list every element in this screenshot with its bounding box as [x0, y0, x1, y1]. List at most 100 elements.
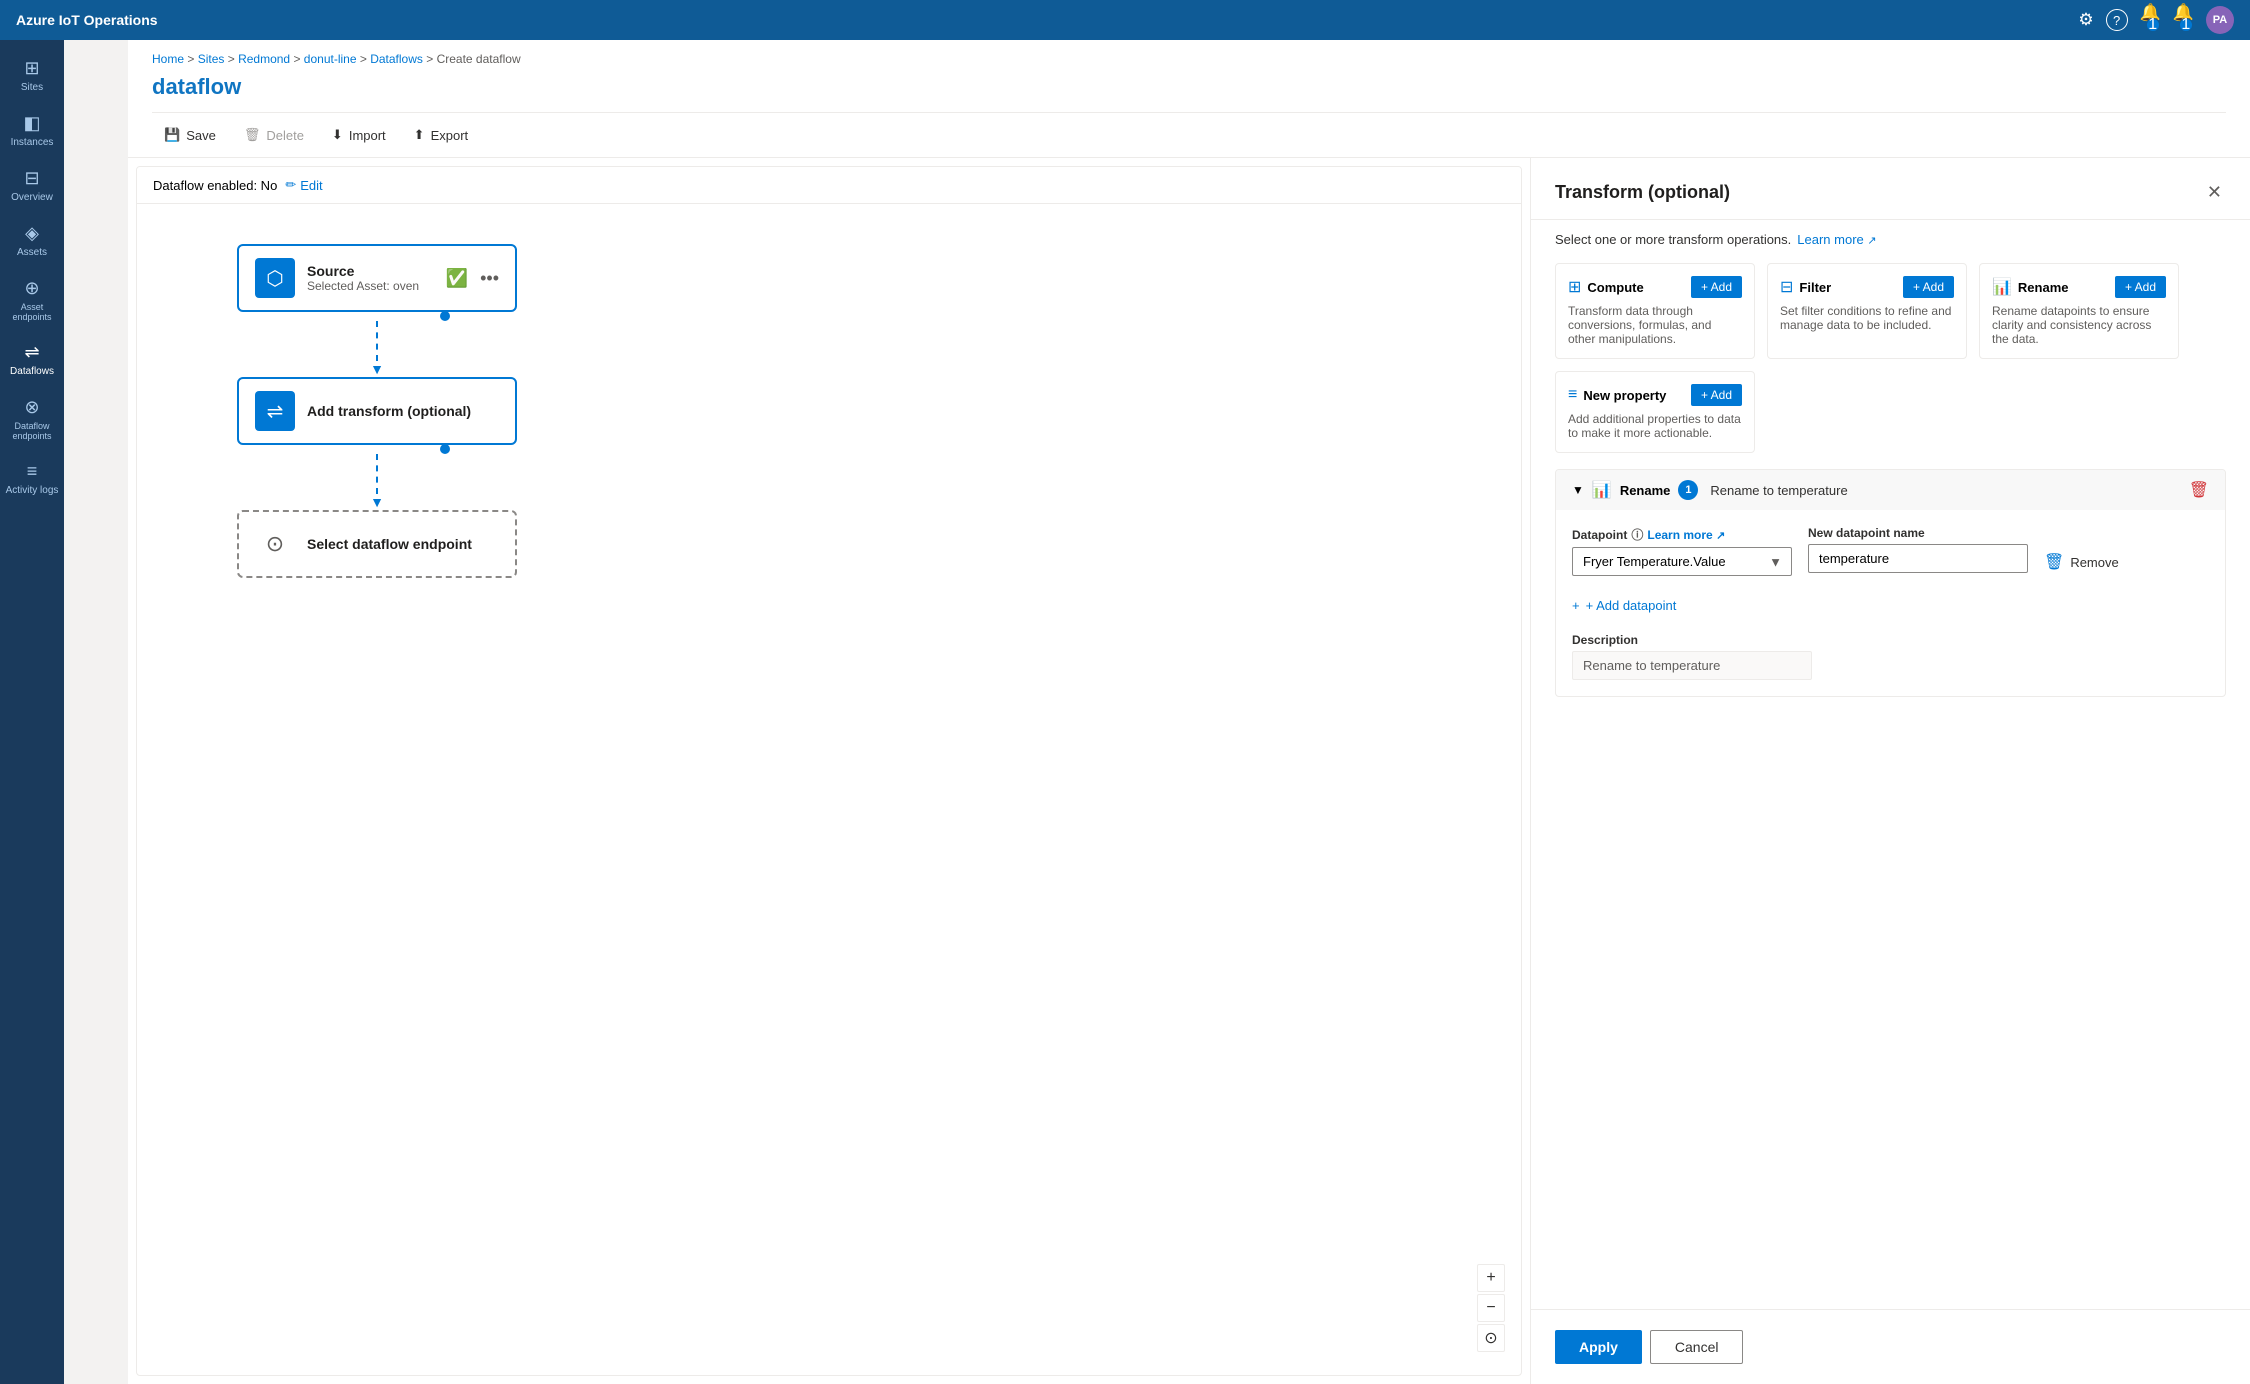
sidebar-item-sites[interactable]: ⊞ Sites — [0, 48, 64, 103]
rename-add-button[interactable]: + Add — [2115, 276, 2166, 298]
connector2-dot — [440, 444, 450, 454]
sidebar-item-instances[interactable]: ◧ Instances — [0, 103, 64, 158]
source-node-icon: ⬡ — [255, 258, 295, 298]
app-title: Azure IoT Operations — [16, 12, 158, 28]
save-button[interactable]: 💾 Save — [152, 121, 228, 149]
sidebar-item-assets[interactable]: ◈ Assets — [0, 213, 64, 268]
datapoint-external-icon: ↗ — [1716, 530, 1725, 542]
sidebar-label-overview: Overview — [11, 192, 53, 203]
source-node-info: Source Selected Asset: oven — [307, 263, 434, 293]
sidebar-item-dataflows[interactable]: ⇌ Dataflows — [0, 332, 64, 387]
source-dots-icon[interactable]: ••• — [480, 268, 499, 289]
rename-section: ▼ 📊 Rename 1 Rename to temperature 🗑 Dat… — [1555, 469, 2226, 697]
datapoint-learn-more[interactable]: Learn more ↗ — [1647, 528, 1725, 542]
panel-learn-more-link[interactable]: Learn more ↗ — [1797, 232, 1876, 247]
transform-node-title: Add transform (optional) — [307, 403, 499, 419]
add-datapoint-icon: + — [1572, 598, 1580, 613]
instances-icon: ◧ — [23, 113, 40, 134]
dataflow-enabled-bar: Dataflow enabled: No ✏ Edit — [137, 167, 1521, 204]
new-property-add-button[interactable]: + Add — [1691, 384, 1742, 406]
nav-icons: ⚙ ? 🔔 1 🔔 1 PA — [2078, 3, 2234, 37]
connector2-arrow: ▼ — [370, 494, 384, 510]
new-property-desc: Add additional properties to data to mak… — [1568, 412, 1742, 440]
connector1-arrow: ▼ — [370, 361, 384, 377]
rename-card-title: Rename — [2018, 280, 2069, 295]
add-datapoint-button[interactable]: + + Add datapoint — [1572, 594, 1676, 617]
remove-button[interactable]: 🗑 Remove — [2044, 546, 2119, 578]
sidebar-label-dataflows: Dataflows — [10, 366, 54, 377]
dataflows-icon: ⇌ — [24, 342, 39, 363]
new-datapoint-group: New datapoint name — [1808, 526, 2028, 573]
settings-icon[interactable]: ⚙ — [2078, 10, 2093, 30]
datapoint-select-wrapper: Fryer Temperature.Value ▼ — [1572, 547, 1792, 576]
endpoint-node[interactable]: ⊙ Select dataflow endpoint — [237, 510, 517, 578]
cancel-button[interactable]: Cancel — [1650, 1330, 1744, 1364]
rename-section-header[interactable]: ▼ 📊 Rename 1 Rename to temperature 🗑 — [1556, 470, 2225, 510]
import-button[interactable]: ⬇ Import — [320, 121, 398, 149]
transform-card-rename: 📊 Rename + Add Rename datapoints to ensu… — [1979, 263, 2179, 359]
export-button[interactable]: ⬆ Export — [402, 121, 480, 149]
breadcrumb-home[interactable]: Home — [152, 52, 184, 66]
compute-add-button[interactable]: + Add — [1691, 276, 1742, 298]
sidebar-item-activity-logs[interactable]: ≡ Activity logs — [0, 451, 64, 506]
delete-button[interactable]: 🗑 Delete — [232, 121, 316, 149]
panel-subtitle-text: Select one or more transform operations. — [1555, 232, 1791, 247]
transform-node-icon: ⇌ — [255, 391, 295, 431]
canvas-controls: + − ⊙ — [1477, 1264, 1505, 1352]
sidebar-label-activity-logs: Activity logs — [6, 485, 59, 496]
apply-button[interactable]: Apply — [1555, 1330, 1642, 1364]
description-label: Description — [1572, 633, 2209, 647]
sidebar-item-overview[interactable]: ⊟ Overview — [0, 158, 64, 213]
rename-card-icon: 📊 — [1992, 277, 2012, 297]
datapoint-select[interactable]: Fryer Temperature.Value — [1572, 547, 1792, 576]
connector1-line — [376, 321, 378, 361]
fit-button[interactable]: ⊙ — [1477, 1324, 1505, 1352]
notification2-icon[interactable]: 🔔 1 — [2173, 3, 2194, 37]
edit-link[interactable]: ✏ Edit — [285, 177, 322, 193]
filter-add-button[interactable]: + Add — [1903, 276, 1954, 298]
notification1-icon[interactable]: 🔔 1 — [2140, 3, 2161, 37]
breadcrumb-donut-line[interactable]: donut-line — [304, 52, 357, 66]
breadcrumb-redmond[interactable]: Redmond — [238, 52, 290, 66]
panel-subtitle: Select one or more transform operations.… — [1531, 220, 2250, 259]
endpoint-node-info: Select dataflow endpoint — [307, 536, 499, 552]
flow-canvas: Dataflow enabled: No ✏ Edit ⬡ Source — [136, 166, 1522, 1376]
new-property-card-header: ≡ New property + Add — [1568, 384, 1742, 406]
connector2-line — [376, 454, 378, 494]
new-property-title-group: ≡ New property — [1568, 386, 1666, 404]
breadcrumb-dataflows[interactable]: Dataflows — [370, 52, 423, 66]
breadcrumb-sites[interactable]: Sites — [198, 52, 225, 66]
zoom-in-button[interactable]: + — [1477, 1264, 1505, 1292]
datapoint-info-icon: ⓘ — [1631, 526, 1643, 543]
delete-icon: 🗑 — [244, 127, 261, 143]
panel-close-button[interactable]: ✕ — [2203, 178, 2226, 207]
source-box-icon: ⬡ — [266, 266, 283, 291]
dataflow-enabled-text: Dataflow enabled: No — [153, 178, 277, 193]
sidebar-label-asset-endpoints: Asset endpoints — [0, 302, 64, 322]
avatar[interactable]: PA — [2206, 6, 2234, 34]
external-link-icon: ↗ — [1867, 235, 1876, 247]
new-datapoint-label: New datapoint name — [1808, 526, 2028, 540]
new-datapoint-input[interactable] — [1808, 544, 2028, 573]
endpoint-node-icon: ⊙ — [255, 524, 295, 564]
sidebar-item-asset-endpoints[interactable]: ⊕ Asset endpoints — [0, 268, 64, 332]
sidebar-item-dataflow-endpoints[interactable]: ⊗ Dataflow endpoints — [0, 387, 64, 451]
transform-node[interactable]: ⇌ Add transform (optional) — [237, 377, 517, 445]
page-header: Home > Sites > Redmond > donut-line > Da… — [128, 40, 2250, 158]
rename-delete-button[interactable]: 🗑 — [2189, 480, 2209, 500]
new-property-icon: ≡ — [1568, 386, 1577, 404]
rename-card-header: 📊 Rename + Add — [1992, 276, 2166, 298]
source-node[interactable]: ⬡ Source Selected Asset: oven ✅ ••• — [237, 244, 517, 312]
description-input[interactable] — [1572, 651, 1812, 680]
help-icon[interactable]: ? — [2106, 9, 2128, 31]
activity-logs-icon: ≡ — [27, 461, 38, 482]
page-title: dataflow — [152, 74, 2226, 100]
import-icon: ⬇ — [332, 127, 343, 143]
zoom-out-button[interactable]: − — [1477, 1294, 1505, 1322]
endpoint-node-title: Select dataflow endpoint — [307, 536, 499, 552]
sidebar-label-assets: Assets — [17, 247, 47, 258]
endpoint-box-icon: ⊙ — [266, 531, 284, 557]
rename-section-title: Rename — [1620, 483, 1671, 498]
transform-card-new-property: ≡ New property + Add Add additional prop… — [1555, 371, 1755, 453]
main-content: Home > Sites > Redmond > donut-line > Da… — [128, 40, 2250, 1384]
